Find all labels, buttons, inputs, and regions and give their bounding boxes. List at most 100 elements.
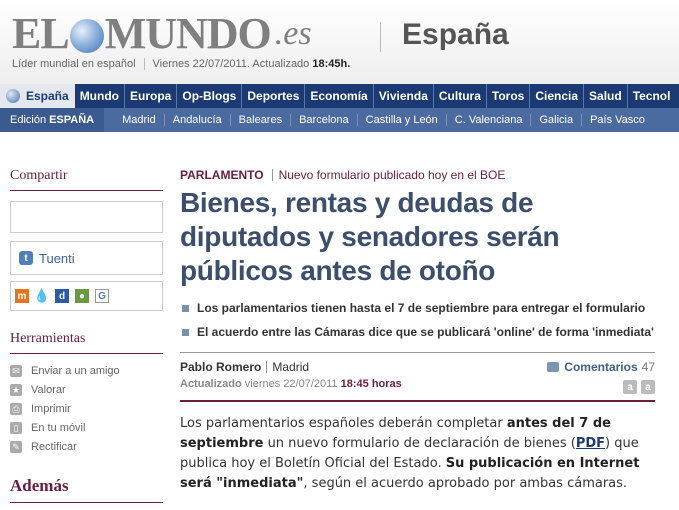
logo-wordmark: EL MUNDO [12, 9, 272, 58]
byline: Pablo Romero Madrid [180, 360, 402, 374]
byline-divider [266, 361, 268, 373]
comments-label: Comentarios [564, 360, 638, 374]
tool-label: Rectificar [31, 441, 77, 453]
subnav-item-andalucia[interactable]: Andalucía [165, 114, 231, 126]
tool-label: En tu móvil [31, 422, 86, 434]
sidebar: Compartir t Tuenti m 💧 d ● G Herramienta… [10, 168, 164, 503]
meta-divider [180, 352, 655, 353]
subnav-item-valenciana[interactable]: C. Valenciana [447, 114, 532, 126]
updated-line: Actualizado viernes 22/07/2011 18:45 hor… [180, 378, 402, 390]
printer-icon: ⎙ [10, 403, 22, 415]
mobile-icon: ▯ [10, 422, 22, 434]
tool-send-to-friend[interactable]: ✉ Enviar a un amigo [10, 364, 164, 378]
pencil-icon: ✎ [10, 441, 22, 453]
highlight-text: El acuerdo entre las Cámaras dice que se… [197, 325, 654, 339]
nav-item-vivienda[interactable]: Vivienda [374, 84, 434, 108]
section-title[interactable]: España [402, 18, 509, 52]
article: PARLAMENTO Nuevo formulario publicado ho… [180, 168, 655, 494]
nav-item-op-blogs[interactable]: Op-Blogs [177, 84, 243, 108]
star-icon: ★ [10, 384, 22, 396]
edition-name: ESPAÑA [49, 114, 95, 126]
main-nav: España Mundo Europa Op-Blogs Deportes Ec… [0, 84, 679, 108]
social-share-icons: m 💧 d ● G [10, 281, 163, 311]
tool-print[interactable]: ⎙ Imprimir [10, 402, 164, 416]
header-divider [380, 22, 381, 52]
article-body-rule [180, 400, 655, 402]
comments-link[interactable]: Comentarios 47 [547, 360, 655, 374]
nav-item-ciencia[interactable]: Ciencia [530, 84, 585, 108]
tagline-divider [143, 58, 145, 70]
drop-icon[interactable]: 💧 [34, 288, 50, 303]
tool-rate[interactable]: ★ Valorar [10, 383, 164, 397]
tool-correct[interactable]: ✎ Rectificar [10, 440, 164, 454]
nav-item-mundo[interactable]: Mundo [75, 84, 126, 108]
comment-bubble-icon [547, 362, 560, 372]
edition-prefix: Edición [10, 114, 47, 126]
nav-home-espana[interactable]: España [0, 84, 75, 108]
elmundo-logo[interactable]: EL MUNDO .es [12, 10, 312, 56]
pdf-link[interactable]: PDF [576, 436, 605, 451]
bullet-square-icon [182, 304, 189, 312]
article-kicker: PARLAMENTO Nuevo formulario publicado ho… [180, 168, 655, 182]
date-text: Viernes 22/07/2011. Actualizado [152, 58, 310, 70]
globe-icon [6, 89, 20, 103]
nav-item-toros[interactable]: Toros [487, 84, 531, 108]
bullet-square-icon [182, 328, 189, 336]
tuenti-share-button[interactable]: t Tuenti [10, 241, 163, 275]
subnav-item-pais-vasco[interactable]: País Vasco [582, 114, 653, 126]
tool-label: Imprimir [31, 403, 71, 415]
tools-heading: Herramientas [10, 331, 86, 346]
updated-date: viernes 22/07/2011 [244, 378, 338, 390]
subnav-item-baleares[interactable]: Baleares [231, 114, 292, 126]
tuenti-label: Tuenti [39, 250, 75, 266]
author-location: Madrid [272, 360, 310, 374]
tools-heading-rule [10, 353, 163, 354]
tool-label: Valorar [31, 384, 66, 396]
decrease-font-button[interactable]: a [623, 380, 637, 394]
subnav-item-castilla-leon[interactable]: Castilla y León [358, 114, 447, 126]
edition-selector[interactable]: Edición ESPAÑA [0, 108, 105, 132]
nav-item-salud[interactable]: Salud [584, 84, 628, 108]
highlight-item: Los parlamentarios tienen hasta el 7 de … [180, 298, 655, 318]
subnav-item-madrid[interactable]: Madrid [114, 114, 165, 126]
author-name: Pablo Romero [180, 360, 262, 374]
meneame-icon[interactable]: m [15, 289, 29, 303]
updated-time: 18:45 horas [340, 378, 402, 390]
delicious-icon[interactable]: d [55, 289, 69, 303]
increase-font-button[interactable]: a [641, 380, 655, 394]
share-widget-box[interactable] [10, 201, 163, 233]
people-icon[interactable]: ● [75, 289, 89, 303]
nav-item-europa[interactable]: Europa [125, 84, 178, 108]
subnav-item-barcelona[interactable]: Barcelona [291, 114, 358, 126]
nav-item-economia[interactable]: Economía [305, 84, 374, 108]
nav-item-tecnologia[interactable]: Tecnol [628, 84, 676, 108]
tagline: Líder mundial en español [12, 58, 136, 70]
body-text: , según el acuerdo aprobado por ambas cá… [303, 476, 628, 491]
logo-suffix: .es [274, 15, 312, 52]
body-text: Los parlamentarios españoles deberán com… [180, 416, 507, 431]
envelope-icon: ✉ [10, 365, 22, 377]
more-heading: Además [10, 476, 69, 495]
google-icon[interactable]: G [95, 289, 109, 303]
edition-subnav: Edición ESPAÑA Madrid Andalucía Baleares… [0, 108, 679, 132]
subnav-item-galicia[interactable]: Galicia [531, 114, 583, 126]
nav-item-cultura[interactable]: Cultura [434, 84, 487, 108]
highlight-item: El acuerdo entre las Cámaras dice que se… [180, 322, 655, 342]
site-header: EL MUNDO .es España Líder mundial en esp… [0, 0, 679, 84]
article-highlights: Los parlamentarios tienen hasta el 7 de … [180, 298, 655, 342]
article-subcategory: Nuevo formulario publicado hoy en el BOE [278, 168, 506, 182]
body-text: un nuevo formulario de declaración de bi… [263, 436, 576, 451]
updated-label: Actualizado [180, 378, 242, 390]
highlight-text: Los parlamentarios tienen hasta el 7 de … [197, 301, 646, 315]
nav-item-deportes[interactable]: Deportes [242, 84, 306, 108]
more-heading-rule [10, 502, 163, 503]
tool-label: Enviar a un amigo [31, 365, 120, 377]
tool-mobile[interactable]: ▯ En tu móvil [10, 421, 164, 435]
nav-home-label: España [26, 89, 69, 103]
article-body-paragraph: Los parlamentarios españoles deberán com… [180, 414, 655, 494]
article-meta: Pablo Romero Madrid Actualizado viernes … [180, 360, 655, 394]
tagline-row: Líder mundial en español Viernes 22/07/2… [12, 58, 350, 70]
tuenti-icon: t [19, 251, 33, 265]
logo-el: EL [12, 9, 70, 58]
article-category[interactable]: PARLAMENTO [180, 168, 264, 182]
